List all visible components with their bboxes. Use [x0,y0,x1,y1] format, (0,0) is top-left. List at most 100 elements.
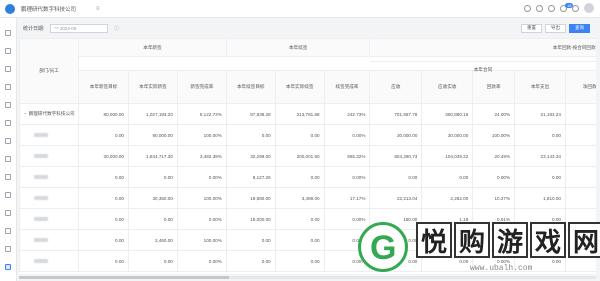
sidebar-report-icon[interactable] [5,174,11,180]
table-cell: 17.17% [323,187,371,209]
redacted-employee-name [34,258,48,263]
sidebar [0,18,17,281]
table-cell: 80,000.00 [78,103,129,125]
watermark-url: www.ubalh.com [470,264,533,273]
table-cell: 104,039.22 [421,145,474,167]
sidebar-contract-icon[interactable] [5,66,11,72]
table-cell: 0.00 [127,166,178,188]
table-cell: 0.00 [369,166,423,188]
sidebar-chart-icon[interactable] [5,192,11,198]
table-cell: 0.00 [78,208,129,230]
sidebar-finance-icon[interactable] [5,102,11,108]
sidebar-calendar-icon[interactable] [5,156,11,162]
redacted-employee-name [34,195,48,200]
table-cell: 32,299.00 [225,145,276,167]
table-row: − 鹏理研代数字科技公司 80,000.00 1,027,193.20 8,122.73… [19,103,596,125]
scrollbar-thumb[interactable] [19,276,229,279]
table-cell: 0.00 [78,250,129,272]
table-cell: 242.73% [323,103,371,125]
table-cell: 30,000.00 [421,124,474,146]
table-cell: 0.00% [323,166,371,188]
company-logo [5,3,15,14]
new-sign-header: 本年新签 [78,38,227,57]
table-cell: 0.00 [78,166,129,188]
filter-bar: 统计日期: ▭ 2024-09 ⓘ 重置 导出 查询 [19,21,596,35]
table-cell: 1,810.00 [514,187,566,209]
table-cell: 19,000.00 [225,208,276,230]
table-cell: 0.00% [564,166,596,188]
row-name-cell [19,250,80,272]
table-cell: 100.00% [472,124,516,146]
fold-icon[interactable]: ≡ [96,6,100,12]
table-row: 0.00 90,000.00 100.00% 0.00 0.00 0.00% 30,000.… [19,124,596,146]
query-button[interactable]: 查询 [569,23,590,33]
watermark-char: 游 [492,222,528,258]
sidebar-order-icon[interactable] [5,84,11,90]
table-cell: 0.00 [274,166,325,188]
payment-header: 本年回款-按合同回款方式统计 [369,38,596,57]
table-cell: 90,000.00 [127,124,178,146]
watermark-char: 购 [454,222,490,258]
table-cell: 2.16% [564,187,596,209]
row-name-cell [19,124,80,146]
row-name-cell [19,229,80,251]
help-icon[interactable] [548,4,555,12]
fullscreen-icon[interactable] [572,4,579,12]
table-cell: 2,460.00 [127,229,178,251]
table-cell: 804,280.73 [369,145,423,167]
table-cell: 0.00% [176,166,227,188]
dept-header: 部门/员工 [19,38,80,104]
table-cell: 8,122.73% [176,103,227,125]
table-cell: 200,001.60 [274,145,325,167]
table-cell: 100.00% [176,187,227,209]
table-cell: 18.94% [564,145,596,167]
table-cell: 0.00 [78,187,129,209]
search-icon[interactable] [524,4,531,12]
sidebar-user-icon[interactable] [5,228,11,234]
settings-icon[interactable] [536,4,543,12]
table-cell: 0.00 [421,166,474,188]
table-cell: 0.00 [225,124,276,146]
sidebar-analysis-icon[interactable] [5,246,11,252]
table-cell: 1,027,193.20 [127,103,178,125]
renew-header: 本年续签 [225,38,371,57]
top-bar: 鹏理研代数字科技公司 ≡ 18 [0,0,600,18]
bell-icon[interactable]: 18 [560,2,574,12]
redacted-employee-name [34,174,48,179]
table-cell: 100.00% [176,124,227,146]
col-renew-rate: 续签完成率 [323,70,371,104]
table-cell: 0.00 [225,250,276,272]
table-cell: 0.00 [274,250,325,272]
redacted-employee-name [34,132,48,137]
reset-button[interactable]: 重置 [521,23,542,33]
sidebar-customer-icon[interactable] [5,48,11,54]
avatar[interactable] [584,3,594,13]
table-cell: 3,489.00 [274,187,325,209]
table-cell: 100.00% [176,229,227,251]
watermark-logo-letter: G [370,229,397,267]
redacted-employee-name [34,216,48,221]
row-name-cell [19,187,80,209]
table-cell: 23,143.34 [514,145,566,167]
watermark-char: 戏 [530,222,566,258]
dept-name: 鹏理研代数字科技公司 [28,111,75,116]
table-cell: 0.00 [225,229,276,251]
collapse-icon[interactable]: − [24,111,27,116]
contract-subgroup-header: 本年合同 [473,67,493,72]
sidebar-home-icon[interactable] [5,30,11,36]
table-cell: 30,000.00 [369,124,423,146]
sidebar-product-icon[interactable] [5,120,11,126]
watermark: G 悦 购 游 戏 网 www.ubalh.com [350,220,600,281]
table-cell: 8,127.26 [225,166,276,188]
table-cell: 22,213.04 [369,187,423,209]
date-picker-input[interactable]: ▭ 2024-09 [50,23,109,33]
company-name: 鹏理研代数字科技公司 [21,6,77,13]
row-name-cell [19,208,80,230]
help-icon[interactable]: ⓘ [114,25,119,32]
sidebar-statistics-icon[interactable] [5,264,11,270]
redacted-employee-name [34,237,48,242]
date-filter-label: 统计日期: [23,25,45,32]
sidebar-settings-icon[interactable] [5,210,11,216]
export-button[interactable]: 导出 [545,23,566,33]
sidebar-task-icon[interactable] [5,138,11,144]
